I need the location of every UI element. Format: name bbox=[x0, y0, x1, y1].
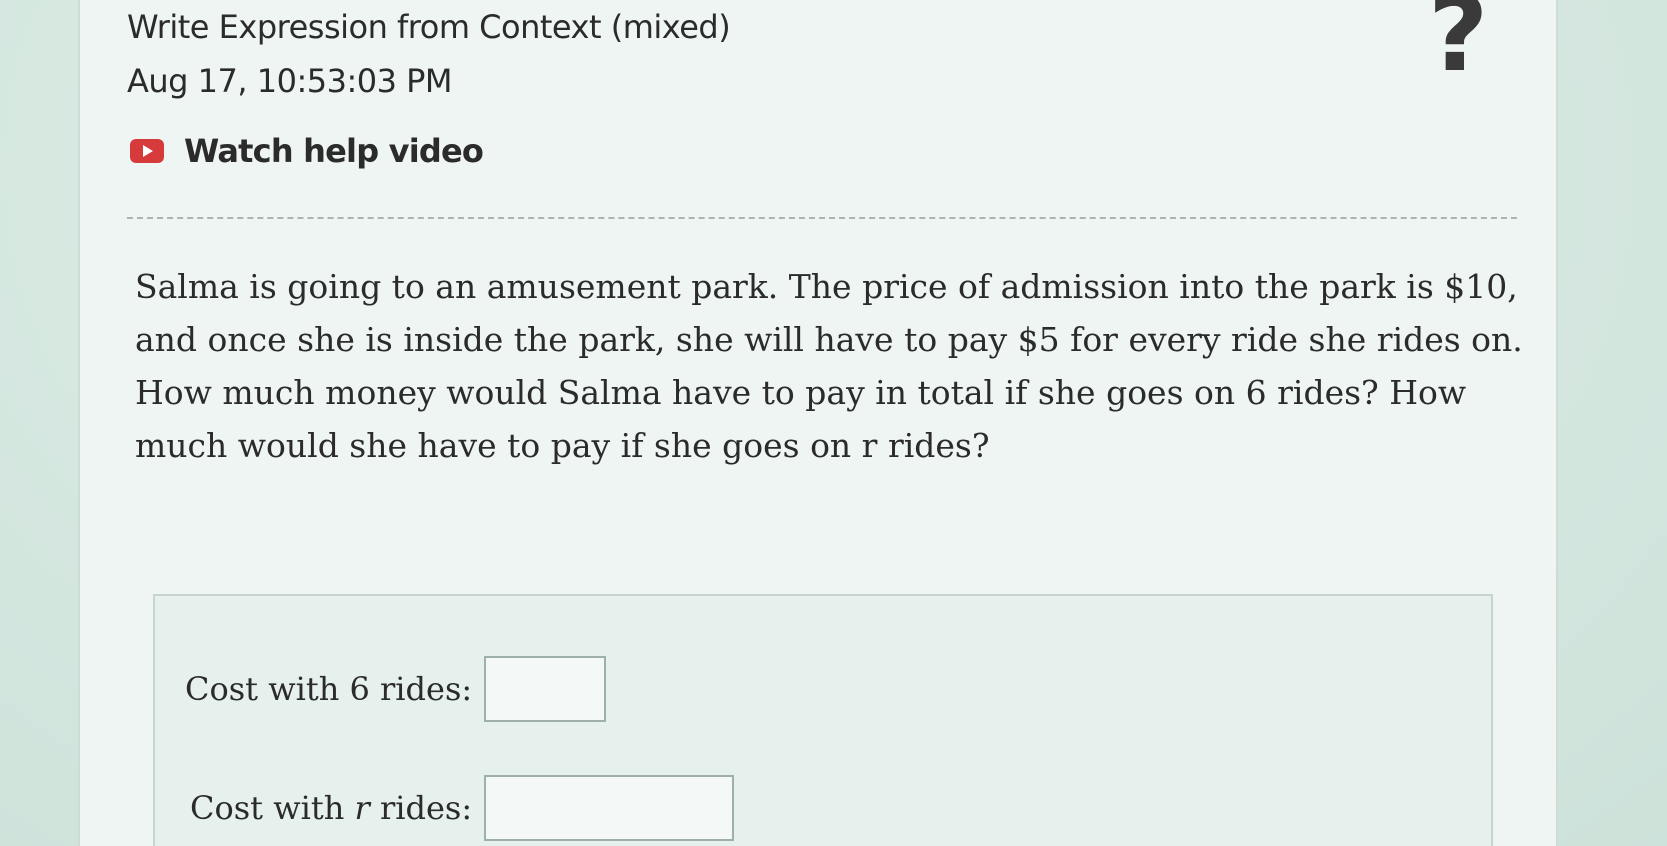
answer-row-r-rides: Cost with r rides: bbox=[190, 775, 735, 841]
cost-r-label-suffix: rides: bbox=[379, 789, 473, 827]
cost-6-rides-label: Cost with 6 rides: bbox=[185, 670, 473, 708]
help-link-label: Watch help video bbox=[184, 132, 484, 170]
problem-text: Salma is going to an amusement park. The… bbox=[135, 267, 1523, 465]
cost-r-rides-label: Cost with r rides: bbox=[190, 789, 472, 827]
play-video-icon bbox=[130, 139, 164, 163]
variable-r: r bbox=[354, 789, 370, 827]
watch-help-video-link[interactable]: Watch help video bbox=[130, 132, 484, 170]
cost-r-rides-input[interactable] bbox=[484, 775, 735, 841]
exercise-title: Write Expression from Context (mixed) bbox=[127, 8, 731, 46]
dashed-divider bbox=[127, 217, 1517, 219]
question-mark-icon: ? bbox=[1428, 0, 1489, 95]
answer-row-6-rides: Cost with 6 rides: bbox=[185, 656, 607, 722]
exercise-timestamp: Aug 17, 10:53:03 PM bbox=[127, 62, 453, 100]
cost-6-rides-input[interactable] bbox=[484, 656, 607, 722]
cost-r-label-prefix: Cost with bbox=[190, 789, 345, 827]
